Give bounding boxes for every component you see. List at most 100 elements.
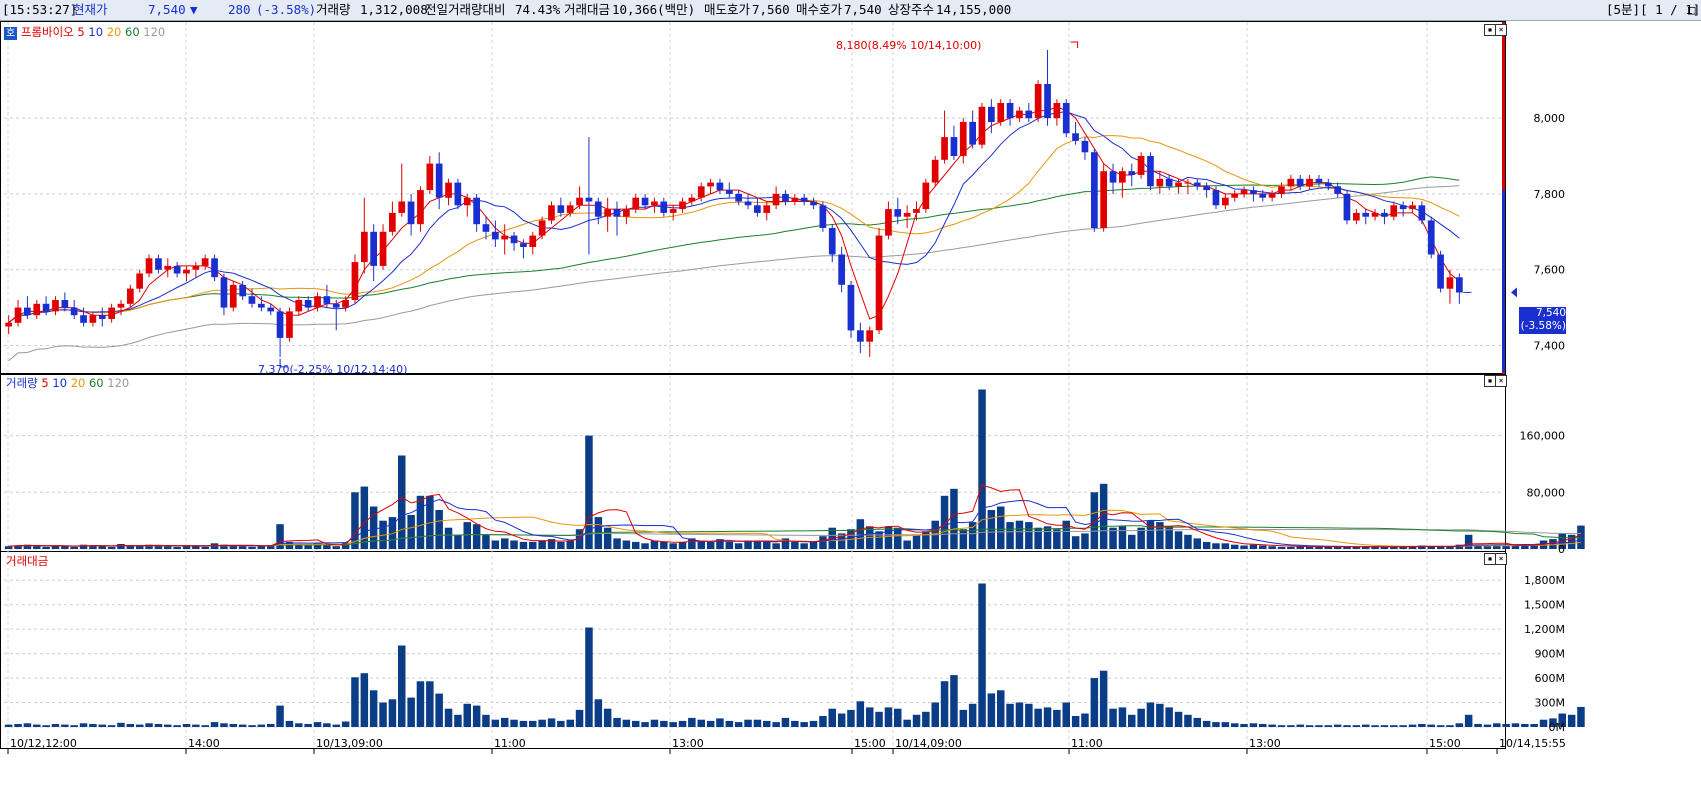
candle-body (819, 205, 827, 228)
price-panel-close-icon[interactable]: × (1495, 24, 1507, 36)
header-bid: 7,540 (844, 2, 882, 17)
vol-legend-ma20: 20 (70, 376, 86, 390)
header-volume: 1,312,008 (360, 2, 428, 17)
candle-body (538, 220, 546, 236)
volume-y-tick: 160,000 (1520, 430, 1566, 443)
amount-bar (1053, 709, 1061, 727)
candle-body (1100, 171, 1107, 228)
volume-bar (856, 519, 865, 549)
candle-body (332, 303, 340, 308)
amount-bar (1493, 723, 1501, 727)
candle-body (1287, 178, 1295, 187)
amount-bar (1305, 725, 1314, 727)
amount-panel-close-icon[interactable]: × (1495, 553, 1507, 565)
candle-body (997, 103, 1005, 122)
candle-body (988, 106, 995, 122)
price-moving-averages (8, 106, 1460, 362)
candle-body (651, 201, 658, 206)
amount-bar (229, 724, 238, 727)
volume-bar (1090, 492, 1099, 549)
volume-bar (398, 455, 406, 549)
volume-bar (772, 543, 780, 549)
amount-bar (1352, 725, 1361, 727)
volume-bar (997, 506, 1005, 549)
amount-bar (444, 708, 453, 727)
volume-bar (1212, 543, 1220, 549)
candle-body (267, 307, 275, 312)
chart-settings-icon[interactable]: 호 (4, 27, 18, 40)
volume-bar (192, 546, 200, 549)
amount-bar (716, 718, 724, 727)
amount-bars (4, 583, 1585, 727)
amount-bar (1221, 722, 1230, 727)
volume-bar (791, 541, 799, 549)
candle-body (1147, 156, 1154, 187)
volume-bar (922, 531, 930, 549)
amount-bar (23, 723, 32, 727)
amount-bar (1071, 716, 1080, 727)
candle-body (594, 201, 602, 217)
candle-body (913, 209, 920, 213)
amount-bar (706, 720, 715, 727)
candle-body (1119, 171, 1126, 183)
legend-ma5: 5 (77, 25, 85, 39)
amount-bar (884, 707, 893, 727)
candle-body (1418, 205, 1426, 221)
candle-body (1343, 193, 1351, 221)
header-price-label: 현재가 (73, 2, 108, 17)
amount-bar (351, 677, 359, 727)
candle-body (520, 243, 527, 247)
volume-bar (444, 527, 453, 549)
candle-body (566, 205, 574, 213)
amount-bar (594, 699, 603, 727)
volume-y-tick: 0 (1558, 543, 1565, 556)
volume-bar (1015, 520, 1024, 549)
candle-body (286, 311, 293, 338)
volume-bar (1315, 546, 1323, 549)
amount-bar (1324, 725, 1333, 727)
candle-body (679, 201, 686, 210)
volume-bar (622, 540, 631, 549)
amount-bar (734, 722, 743, 727)
volume-bar (566, 540, 574, 549)
amount-bar (33, 724, 41, 727)
amount-bar (51, 724, 60, 727)
header-prev-ratio-label: 전일거래량대비 (425, 2, 506, 17)
price-candles (5, 49, 1463, 357)
volume-bar (4, 546, 13, 549)
volume-bar (173, 546, 181, 549)
volume-y-tick: 80,000 (1527, 486, 1566, 499)
stock-chart[interactable]: 8,000 7,800 7,600 7,400 160,000 80,000 0 1,800M… (0, 21, 1701, 807)
candle-body (1006, 103, 1014, 119)
amount-bar (875, 711, 883, 727)
volume-bar (1352, 546, 1361, 549)
candle-body (1259, 193, 1267, 198)
volume-bar (1530, 545, 1538, 549)
volume-bar (501, 538, 509, 549)
candle-body (463, 197, 471, 206)
amount-bar (959, 709, 968, 727)
window-close-icon[interactable]: □ (1688, 2, 1696, 17)
volume-bar (1268, 546, 1276, 549)
amount-bar (117, 722, 125, 727)
volume-bar (1446, 546, 1454, 549)
amount-bar (1081, 713, 1089, 727)
volume-bar (650, 540, 659, 549)
period-selector[interactable]: [5분][ 1 / 1] (1606, 2, 1700, 17)
volume-bar (1025, 522, 1033, 549)
volume-panel-close-icon[interactable]: × (1495, 375, 1507, 387)
volume-bar (98, 546, 106, 549)
candle-body (838, 254, 845, 285)
candle-body (1315, 178, 1323, 183)
amount-legend: 거래대금 (6, 555, 48, 568)
candle-body (445, 182, 452, 198)
volume-bar (959, 529, 968, 549)
amount-bar (4, 724, 13, 727)
amount-bar (753, 719, 762, 727)
amount-bar (482, 714, 490, 727)
amount-bar (903, 719, 911, 727)
volume-bar (1287, 546, 1295, 549)
amount-bar (1343, 725, 1351, 727)
amount-bar (1362, 724, 1370, 727)
amount-bar (285, 720, 294, 727)
